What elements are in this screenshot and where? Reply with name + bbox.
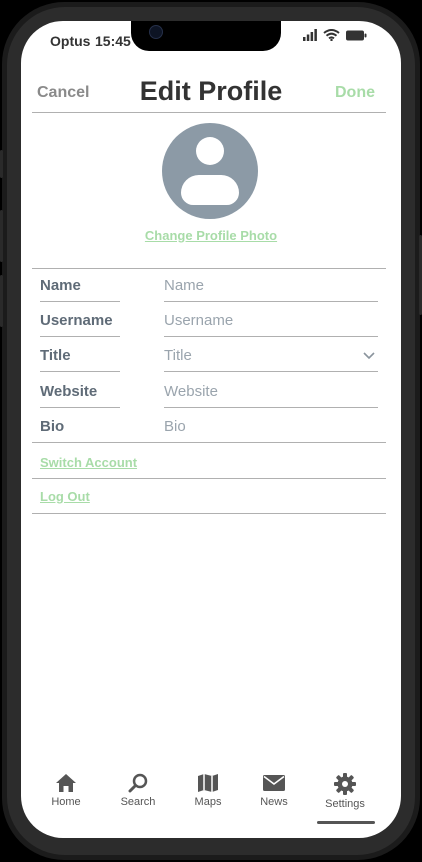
chevron-down-icon[interactable] [363, 352, 375, 360]
carrier-label: Optus [50, 33, 91, 49]
name-input-underline [164, 301, 378, 302]
tab-home-label: Home [51, 796, 81, 808]
username-input[interactable] [164, 312, 376, 329]
title-select[interactable] [164, 347, 354, 364]
mail-icon [263, 775, 285, 791]
profile-avatar[interactable] [162, 123, 258, 219]
battery-icon [346, 30, 367, 40]
person-icon-head [196, 137, 224, 165]
switch-account-link[interactable]: Switch Account [40, 455, 137, 470]
done-button[interactable]: Done [335, 84, 375, 102]
title-label: Title [40, 347, 71, 364]
username-input-underline [164, 336, 378, 337]
screen: Optus 15:45 Cancel Edit Profile Done Cha… [21, 21, 401, 838]
map-icon [198, 774, 218, 792]
bio-input[interactable] [164, 418, 376, 435]
website-label: Website [40, 383, 98, 400]
change-profile-photo-link[interactable]: Change Profile Photo [21, 228, 401, 243]
tab-maps[interactable]: Maps [173, 773, 243, 808]
title-input-underline [164, 371, 378, 372]
bio-label: Bio [40, 418, 65, 435]
name-input[interactable] [164, 277, 376, 294]
website-input-underline [164, 407, 378, 408]
active-tab-indicator [317, 821, 375, 824]
tab-settings[interactable]: Settings [310, 773, 380, 810]
volume-down-button [0, 275, 3, 327]
name-label-underline [40, 301, 120, 302]
tab-news[interactable]: News [239, 773, 309, 808]
log-out-link[interactable]: Log Out [40, 489, 90, 504]
tab-settings-label: Settings [325, 798, 365, 810]
username-label: Username [40, 312, 113, 329]
tab-search-label: Search [120, 796, 156, 808]
signal-icon [303, 29, 317, 41]
status-time: 15:45 [95, 33, 131, 49]
bio-divider [32, 442, 386, 443]
website-input[interactable] [164, 383, 376, 400]
status-icons [303, 29, 367, 41]
tab-maps-label: Maps [194, 796, 222, 808]
log-out-divider [32, 513, 386, 514]
side-button [0, 150, 3, 178]
person-icon-body [181, 175, 239, 205]
name-label: Name [40, 277, 81, 294]
header-divider [32, 112, 386, 113]
wifi-icon [323, 29, 340, 41]
section-divider [32, 268, 386, 269]
tab-search[interactable]: Search [103, 773, 173, 808]
title-label-underline [40, 371, 120, 372]
switch-account-divider [32, 478, 386, 479]
website-label-underline [40, 407, 120, 408]
tab-news-label: News [260, 796, 288, 808]
tab-bar: Home Search Maps News Settings [21, 773, 401, 838]
home-icon [56, 774, 76, 792]
volume-up-button [0, 210, 3, 262]
search-icon [128, 773, 148, 793]
username-label-underline [40, 336, 120, 337]
front-camera [149, 25, 163, 39]
tab-home[interactable]: Home [31, 773, 101, 808]
gear-icon [334, 773, 356, 795]
